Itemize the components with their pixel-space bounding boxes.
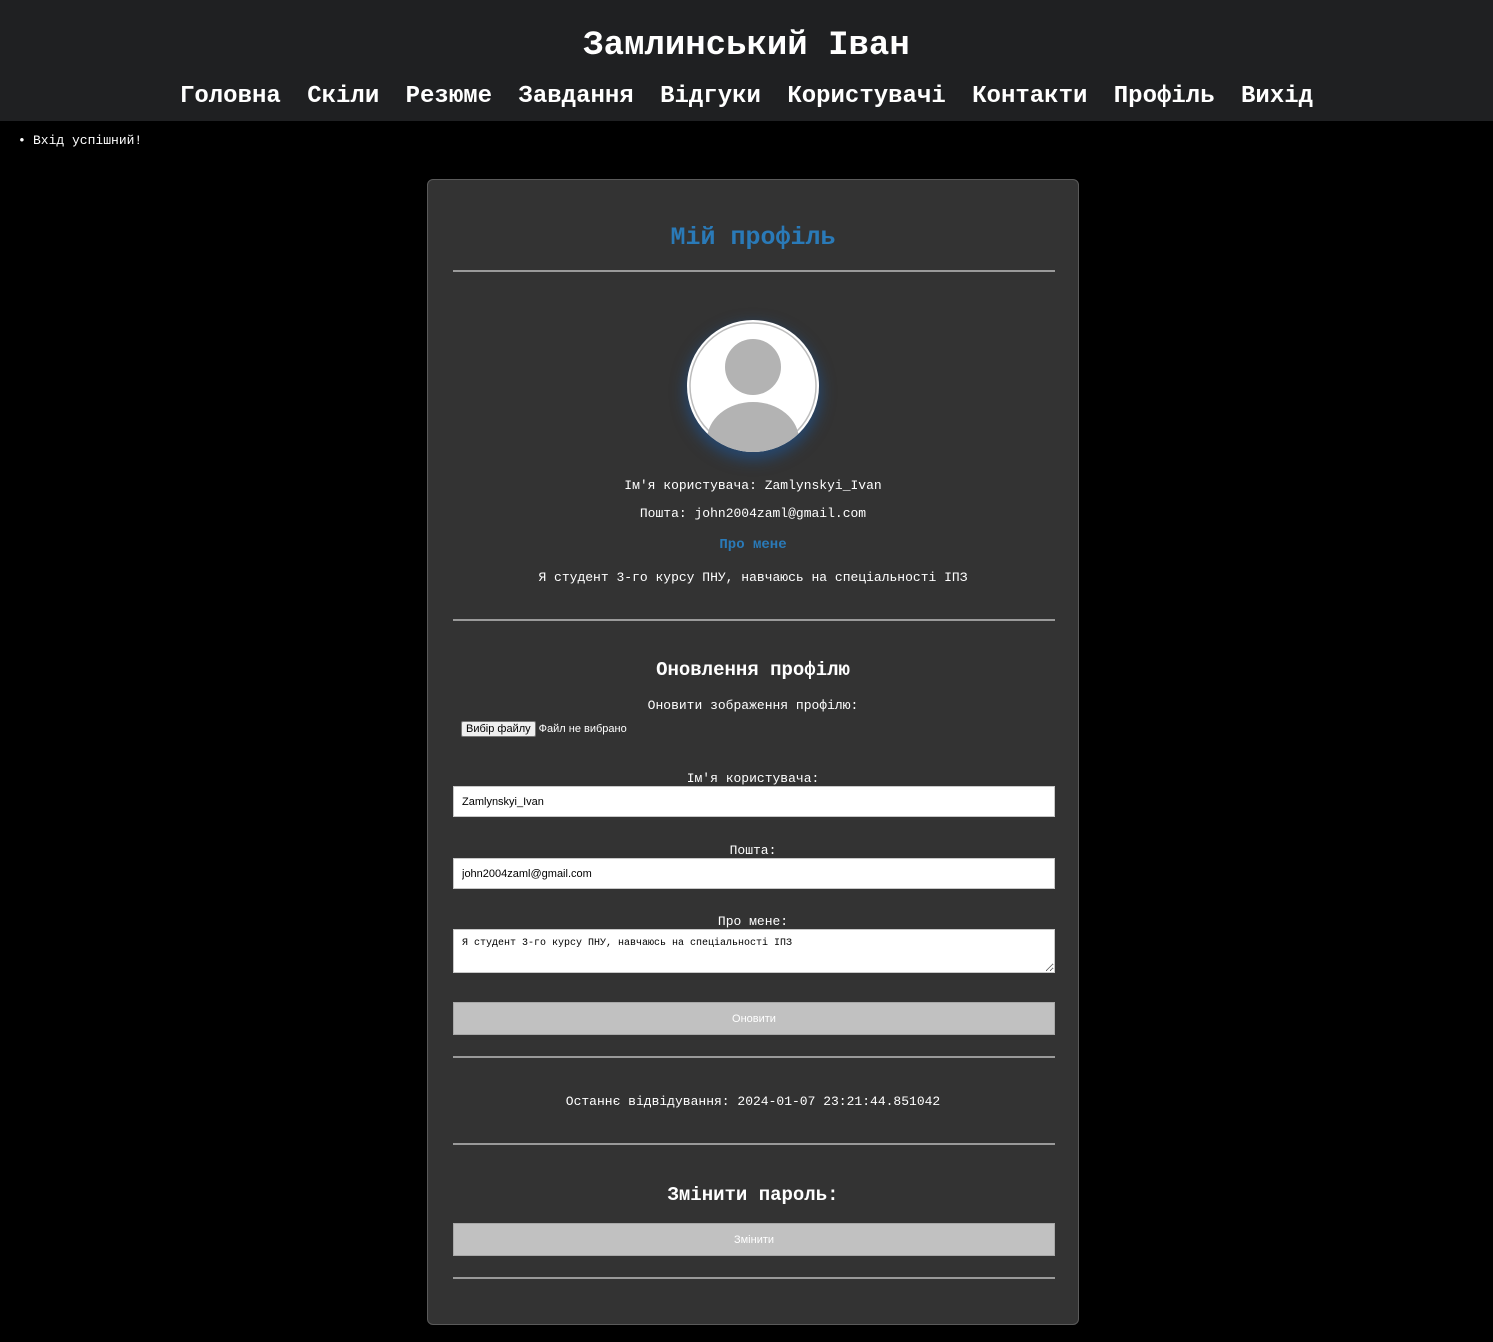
nav-link-home[interactable]: Головна (180, 83, 281, 110)
nav-link-users[interactable]: Користувачі (787, 83, 945, 110)
file-status: Файл не вибрано (538, 723, 627, 736)
nav-link-resume[interactable]: Резюме (406, 83, 492, 110)
site-title: Замлинський Іван (583, 27, 910, 65)
divider (453, 270, 1055, 272)
email-input[interactable] (453, 858, 1055, 889)
update-profile-button[interactable]: Оновити (453, 1002, 1055, 1035)
nav-link-profile[interactable]: Профіль (1114, 83, 1215, 110)
divider (453, 1143, 1055, 1145)
email-label: Пошта: (729, 843, 777, 858)
site-header: Замлинський Іван Головна Скіли Резюме За… (0, 0, 1493, 121)
divider (453, 1056, 1055, 1058)
divider (453, 619, 1055, 621)
change-password-heading: Змінити пароль: (667, 1184, 839, 1206)
profile-image-label: Оновити зображення профілю: (647, 698, 859, 713)
avatar (687, 320, 819, 452)
flash-message: Вхід успішний! (18, 132, 142, 150)
flash-messages: Вхід успішний! (18, 132, 142, 150)
divider (453, 1277, 1055, 1279)
about-label: Про мене: (717, 914, 789, 929)
last-visit: Останнє відвідування: 2024-01-07 23:21:4… (565, 1094, 941, 1109)
nav-link-skills[interactable]: Скіли (307, 83, 379, 110)
about-textarea[interactable]: Я студент 3-го курсу ПНУ, навчаюсь на сп… (453, 929, 1055, 973)
change-password-button[interactable]: Змінити (453, 1223, 1055, 1256)
username-label: Ім'я користувача: (686, 771, 820, 786)
update-profile-heading: Оновлення профілю (656, 659, 850, 681)
nav-link-contacts[interactable]: Контакти (972, 83, 1087, 110)
about-heading: Про мене (719, 537, 787, 553)
default-user-avatar-icon (688, 321, 818, 452)
nav-link-tasks[interactable]: Завдання (518, 83, 633, 110)
email-display: Пошта: john2004zaml@gmail.com (639, 506, 867, 521)
main-nav: Головна Скіли Резюме Завдання Відгуки Ко… (0, 82, 1493, 112)
nav-link-logout[interactable]: Вихід (1241, 83, 1313, 110)
profile-card: Мій профіль Ім'я користувача: Zamlynskyi… (427, 179, 1079, 1325)
file-picker: Вибір файлу Файл не вибрано (461, 721, 627, 739)
choose-file-button[interactable]: Вибір файлу (461, 721, 536, 738)
profile-title: Мій профіль (670, 223, 836, 252)
username-input[interactable] (453, 786, 1055, 817)
about-text: Я студент 3-го курсу ПНУ, навчаюсь на сп… (538, 570, 968, 585)
username-display: Ім'я користувача: Zamlynskyi_Ivan (624, 478, 882, 493)
nav-link-reviews[interactable]: Відгуки (660, 83, 761, 110)
